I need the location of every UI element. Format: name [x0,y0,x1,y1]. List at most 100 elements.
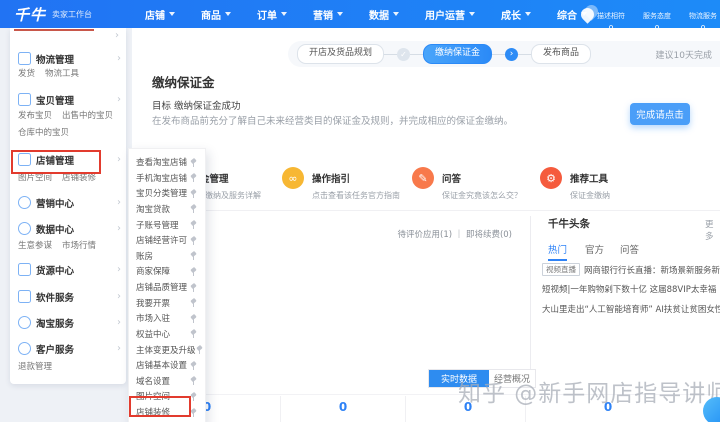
sidebar-link-publish-item[interactable]: 发布宝贝 [18,109,52,121]
column-divider [405,396,406,422]
sidebar-item-software-services[interactable]: 软件服务› [18,289,121,304]
chevron-down-icon [169,12,175,16]
pin-icon[interactable] [190,298,198,307]
chevron-right-icon: › [117,344,121,354]
main-content: 开店及货品规划 ✓ 缴纳保证金 › 发布商品 建议10天完成 缴纳保证金 目标 … [132,28,720,422]
flyout-item-view-taobao-shop[interactable]: 查看淘宝店铺 [129,155,205,169]
sidebar-item-marketing-center[interactable]: 营销中心› [18,195,121,210]
sidebar-item-data-center[interactable]: 数据中心› [18,221,121,236]
shop-rating-summary: 描述相符0 服务态度0 物流服务0 [588,3,720,33]
pin-icon[interactable] [196,345,204,354]
news-item[interactable]: 大山里走出“人工智能培育师” AI扶贫让贫困女性家... [542,303,720,315]
flyout-item-invoice[interactable]: 我要开票 [129,296,205,310]
news-item-text: 短视频|一年购物剁下数十亿 这届88VIP太幸福 [542,283,716,295]
flyout-item-market-entry[interactable]: 市场入驻 [129,311,205,325]
nav-item-marketing[interactable]: 营销 [300,7,356,22]
shop-management-flyout: 查看淘宝店铺 手机淘宝店铺 宝贝分类管理 淘宝贷款 子账号管理 店铺经营许可 账… [128,148,206,422]
nav-item-orders[interactable]: 订单 [244,7,300,22]
sidebar-link-market-trends[interactable]: 市场行情 [62,239,96,251]
flyout-item-entity-change[interactable]: 主体变更及升级 [129,343,205,357]
pin-icon[interactable] [190,189,198,198]
sidebar-link-logistics-tools[interactable]: 物流工具 [45,67,79,79]
step-pay-deposit[interactable]: 缴纳保证金 [423,44,492,64]
complete-click-button[interactable]: 完成请点击 [630,103,690,125]
news-item-text: 网商银行行长直播：新场景新服务新优... [584,264,720,276]
pin-icon[interactable] [190,408,198,417]
deposit-goal: 目标 缴纳保证金成功 [152,98,241,112]
onboarding-steps: 开店及货品规划 ✓ 缴纳保证金 › 发布商品 建议10天完成 [288,41,720,67]
pin-icon[interactable] [190,251,198,260]
card-qa[interactable]: ✎ 问答 保证金究竟该怎么交？ [412,167,522,201]
pending-review-note[interactable]: 待评价应用(1) ｜ 即将续费(0) [398,228,513,240]
news-item-text: 大山里走出“人工智能培育师” AI扶贫让贫困女性家... [542,303,720,315]
sidebar-link-refund-management[interactable]: 退款管理 [18,360,52,372]
nav-item-growth[interactable]: 成长 [488,7,544,22]
card-subtitle: 保证金究竟该怎么交？ [442,190,522,201]
megaphone-icon [18,196,31,209]
rating-value: 0 [680,24,720,33]
clipped-annotation-fragment [14,29,94,31]
sidebar-link-shop-decoration[interactable]: 店铺装修 [62,171,96,183]
pin-icon[interactable] [190,204,198,213]
nav-item-shop[interactable]: 店铺 [132,7,188,22]
flyout-item-business-license[interactable]: 店铺经营许可 [129,233,205,247]
card-recommended-tools[interactable]: ⚙ 推荐工具 保证金缴纳 [540,167,610,201]
news-item[interactable]: 视频直播 网商银行行长直播：新场景新服务新优... [542,263,720,276]
grid-icon [18,290,31,303]
flyout-item-accounting[interactable]: 账房 [129,249,205,263]
pin-icon[interactable] [190,314,198,323]
sidebar-link-image-space[interactable]: 图片空间 [18,171,52,183]
flyout-item-image-space[interactable]: 图片空间 [129,389,205,403]
pin-icon[interactable] [190,236,198,245]
pin-icon[interactable] [190,329,198,338]
news-tab-official[interactable]: 官方 [585,242,604,256]
sidebar-item-shop-management[interactable]: 店铺管理› [18,152,121,167]
sidebar-item-supply-center[interactable]: 货源中心› [18,262,121,277]
stat-value-2: 0 [323,400,363,414]
step-shop-planning[interactable]: 开店及货品规划 [297,44,384,64]
flyout-item-rights-center[interactable]: 权益中心 [129,327,205,341]
step-done-check-icon: ✓ [397,48,410,61]
pin-icon[interactable] [190,267,198,276]
news-item[interactable]: 短视频|一年购物剁下数十亿 这届88VIP太幸福 [542,283,720,295]
flyout-item-shop-decoration[interactable]: 店铺装修 [129,405,205,419]
card-operation-guide[interactable]: ∞ 操作指引 点击查看该任务官方指南 [282,167,400,201]
pin-icon[interactable] [190,392,198,401]
flyout-item-merchant-protection[interactable]: 商家保障 [129,264,205,278]
sidebar-item-item-management[interactable]: 宝贝管理› [18,92,121,107]
flyout-item-taobao-loan[interactable]: 淘宝贷款 [129,202,205,216]
sidebar-link-business-advisor[interactable]: 生意参谋 [18,239,52,251]
floating-help-button[interactable] [703,397,720,422]
pin-icon[interactable] [190,376,198,385]
nav-item-data[interactable]: 数据 [356,7,412,22]
pin-icon[interactable] [190,361,198,370]
sidebar-link-items-on-sale[interactable]: 出售中的宝贝 [62,109,113,121]
pin-icon[interactable] [190,220,198,229]
chevron-down-icon [393,12,399,16]
sidebar-link-warehouse-items[interactable]: 仓库中的宝贝 [18,126,69,138]
pin-icon[interactable] [190,283,198,292]
news-tab-hot[interactable]: 热门 [548,242,567,256]
pin-icon[interactable] [190,173,198,182]
flyout-item-basic-settings[interactable]: 店铺基本设置 [129,358,205,372]
sidebar-item-taobao-services[interactable]: 淘宝服务› [18,315,121,330]
flyout-item-domain-settings[interactable]: 域名设置 [129,374,205,388]
top-navigation-bar: 千牛 卖家工作台 店铺 商品 订单 营销 数据 用户运营 成长 综合 描述相符0… [0,0,720,28]
sidebar-item-customer-service[interactable]: 客户服务› [18,341,121,356]
flyout-item-subaccount[interactable]: 子账号管理 [129,218,205,232]
pin-icon[interactable] [190,158,198,167]
news-more-link[interactable]: 更多 [705,218,720,242]
flyout-item-item-category[interactable]: 宝贝分类管理 [129,186,205,200]
deposit-description: 在发布商品前充分了解自己未来经营类目的保证金及规则，并完成相应的保证金缴纳。 [152,113,513,127]
deposit-section-title: 缴纳保证金 [152,72,215,91]
chevron-down-icon [337,12,343,16]
sidebar-item-logistics[interactable]: 物流管理› [18,51,121,66]
flyout-item-quality-management[interactable]: 店铺品质管理 [129,280,205,294]
step-publish-product[interactable]: 发布商品 [531,44,591,64]
chevron-right-icon: › [117,265,121,275]
flyout-item-mobile-taobao-shop[interactable]: 手机淘宝店铺 [129,171,205,185]
nav-item-user-operations[interactable]: 用户运营 [412,7,488,22]
nav-item-products[interactable]: 商品 [188,7,244,22]
sidebar-link-ship[interactable]: 发货 [18,67,35,79]
news-tab-qa[interactable]: 问答 [620,242,639,256]
